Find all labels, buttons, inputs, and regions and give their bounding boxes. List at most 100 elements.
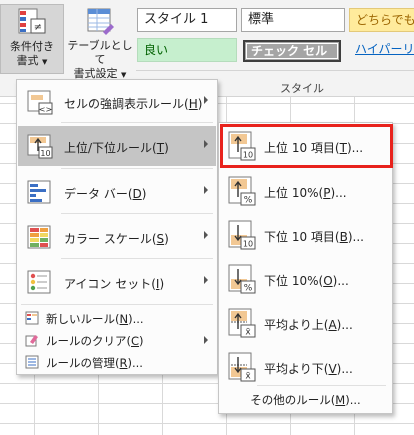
submenu-item-label: 上位 10% xyxy=(264,186,319,200)
conditional-formatting-button[interactable]: ≠ 条件付き 書式 ▼ xyxy=(0,4,64,74)
badge: % xyxy=(244,284,253,294)
bottom-10-items-icon: 10 xyxy=(227,219,257,251)
submenu-item-top-10-percent[interactable]: % 上位 10%(P)... xyxy=(220,169,391,213)
manage-rules-icon xyxy=(25,355,39,369)
divider xyxy=(61,168,213,169)
submenu-item-label: 上位 10 項目 xyxy=(264,141,335,155)
badge: 10 xyxy=(243,240,253,249)
style-1[interactable]: スタイル 1 xyxy=(137,8,237,32)
chevron-right-icon xyxy=(204,96,208,104)
badge: x̄ xyxy=(245,328,251,338)
conditional-formatting-icon: ≠ xyxy=(17,7,47,37)
chevron-right-icon xyxy=(204,336,208,344)
menu-item-label: ルールのクリア xyxy=(46,334,127,348)
access-key: H xyxy=(188,97,198,111)
menu-item-clear-rules[interactable]: ルールのクリア(C) xyxy=(18,329,216,351)
style-check-cell[interactable]: チェック セル xyxy=(243,40,341,62)
access-key: S xyxy=(156,232,165,246)
style-normal[interactable]: 標準 xyxy=(241,8,345,32)
submenu-item-label: 下位 10% xyxy=(264,274,319,288)
ellipsis: ... xyxy=(351,141,364,155)
ellipsis: ... xyxy=(335,186,347,200)
new-rule-icon xyxy=(25,311,39,325)
menu-item-new-rule[interactable]: 新しいルール(N)... xyxy=(18,307,216,329)
submenu-item-label: その他のルール xyxy=(250,393,331,407)
menu-item-color-scales[interactable]: カラー スケール(S) xyxy=(18,217,216,257)
format-as-table-icon xyxy=(85,6,115,36)
styles-group-label: スタイル xyxy=(280,82,324,95)
access-key: A xyxy=(328,318,337,332)
submenu-item-label: 平均より上 xyxy=(264,318,324,332)
chevron-down-icon: ▼ xyxy=(42,58,48,66)
svg-text:<>: <> xyxy=(39,105,52,114)
bottom-10-percent-icon: % xyxy=(227,263,257,295)
conditional-formatting-label-1: 条件付き xyxy=(10,40,54,53)
top-bottom-rules-submenu: 10 上位 10 項目(T)... % 上位 10%(P)... 10 下位 1… xyxy=(218,122,393,414)
ellipsis: ... xyxy=(337,274,349,288)
conditional-formatting-menu: <> セルの強調表示ルール(H) 10 上位/下位ルール(T) データ バー(D… xyxy=(16,79,218,375)
menu-item-label: 上位/下位ルール xyxy=(64,141,153,155)
submenu-item-more-rules[interactable]: その他のルール(M)... xyxy=(219,392,392,408)
style-hyperlink[interactable]: ハイパーリ xyxy=(349,38,414,62)
access-key: R xyxy=(119,356,128,370)
submenu-item-bottom-10-items[interactable]: 10 下位 10 項目(B)... xyxy=(220,213,391,257)
icon-sets-icon xyxy=(26,268,54,296)
access-key: P xyxy=(323,186,331,200)
menu-item-icon-sets[interactable]: アイコン セット(I) xyxy=(18,262,216,302)
style-good[interactable]: 良い xyxy=(137,38,237,62)
access-key: B xyxy=(339,230,348,244)
data-bars-icon xyxy=(26,178,54,206)
submenu-item-label: 下位 10 項目 xyxy=(264,230,335,244)
top-bottom-rules-icon: 10 xyxy=(26,132,54,160)
menu-item-highlight-cells-rules[interactable]: <> セルの強調表示ルール(H) xyxy=(18,82,216,122)
access-key: I xyxy=(155,277,160,291)
menu-item-label: セルの強調表示ルール xyxy=(64,97,185,111)
badge: 10 xyxy=(243,151,253,160)
conditional-formatting-label-2: 書式 xyxy=(16,54,39,67)
ellipsis: ... xyxy=(132,312,144,326)
access-key: T xyxy=(339,141,347,155)
chevron-right-icon xyxy=(204,140,208,148)
chevron-right-icon xyxy=(204,231,208,239)
submenu-item-label: 平均より下 xyxy=(264,362,324,376)
ellipsis: ... xyxy=(341,318,353,332)
access-key: T xyxy=(156,141,165,155)
divider xyxy=(61,258,213,259)
submenu-item-bottom-10-percent[interactable]: % 下位 10%(O)... xyxy=(220,257,391,301)
ellipsis: ... xyxy=(352,230,364,244)
menu-item-top-bottom-rules[interactable]: 10 上位/下位ルール(T) xyxy=(18,126,216,166)
ellipsis: ... xyxy=(349,393,361,407)
menu-item-label: ルールの管理 xyxy=(46,356,115,370)
above-average-icon: x̄ xyxy=(227,307,257,339)
top-10-percent-icon: % xyxy=(227,175,257,207)
color-scales-icon xyxy=(26,223,54,251)
access-key: M xyxy=(335,393,346,407)
ellipsis: ... xyxy=(341,362,353,376)
divider xyxy=(257,385,386,386)
menu-item-data-bars[interactable]: データ バー(D) xyxy=(18,172,216,212)
menu-item-label: アイコン セット xyxy=(64,277,152,291)
badge: % xyxy=(244,196,253,206)
submenu-item-top-10-items[interactable]: 10 上位 10 項目(T)... xyxy=(220,124,393,168)
below-average-icon: x̄ xyxy=(227,351,257,383)
badge: x̄ xyxy=(245,372,251,382)
svg-text:10: 10 xyxy=(40,149,50,158)
submenu-item-below-average[interactable]: x̄ 平均より下(V)... xyxy=(220,345,391,389)
format-as-table-button[interactable]: テーブルとして 書式設定 ▼ xyxy=(64,4,136,80)
access-key: O xyxy=(323,274,333,288)
highlight-cells-rules-icon: <> xyxy=(26,88,54,116)
ellipsis: ... xyxy=(132,356,143,370)
chevron-right-icon xyxy=(204,276,208,284)
divider xyxy=(61,122,213,123)
format-as-table-label-1: テーブルとして xyxy=(67,39,133,66)
menu-item-label: カラー スケール xyxy=(64,232,152,246)
cell-styles-gallery: スタイル 1 標準 どちらでも 良い チェック セル ハイパーリ xyxy=(137,8,414,68)
chevron-down-icon: ▼ xyxy=(121,71,127,79)
menu-item-manage-rules[interactable]: ルールの管理(R)... xyxy=(18,351,216,373)
divider xyxy=(136,70,414,71)
style-neutral[interactable]: どちらでも xyxy=(349,8,414,32)
access-key: C xyxy=(131,334,140,348)
menu-item-label: データ バー xyxy=(64,187,128,201)
access-key: N xyxy=(119,312,129,326)
submenu-item-above-average[interactable]: x̄ 平均より上(A)... xyxy=(220,301,391,345)
